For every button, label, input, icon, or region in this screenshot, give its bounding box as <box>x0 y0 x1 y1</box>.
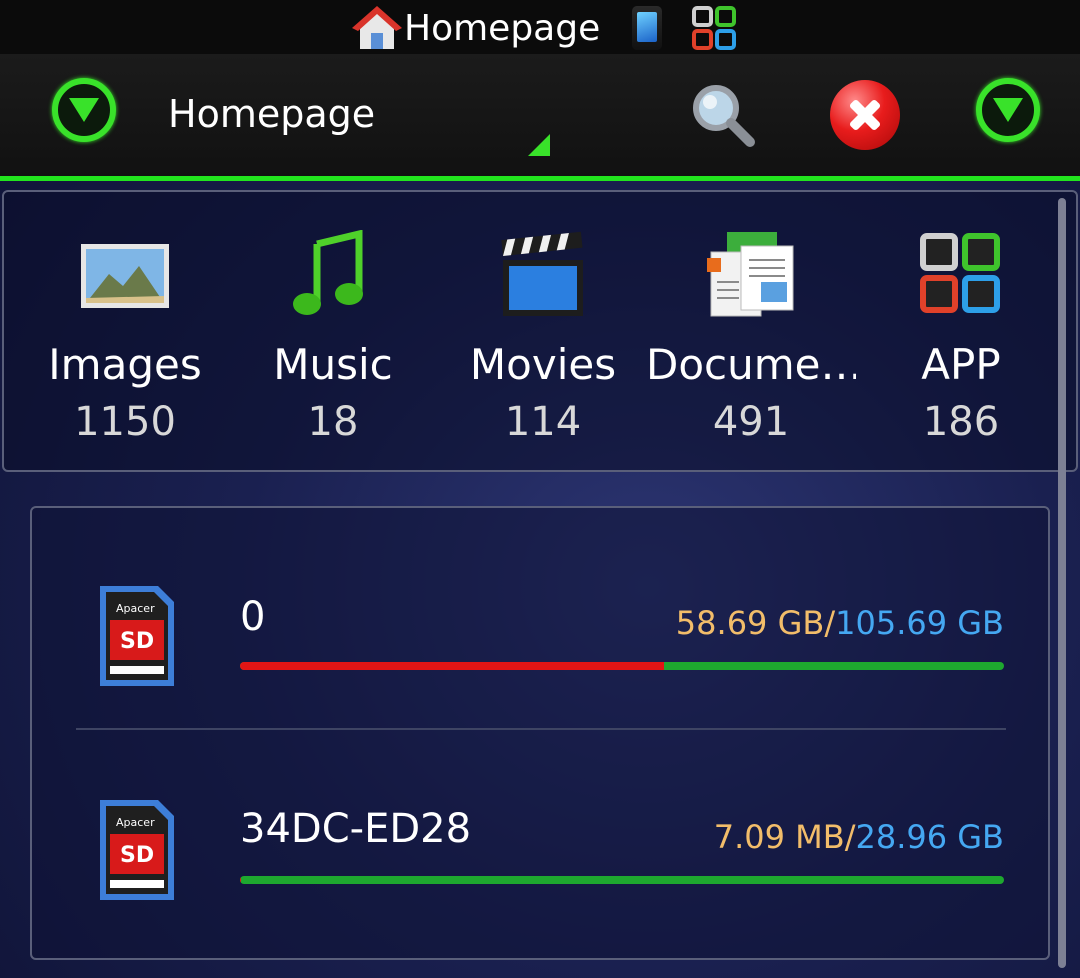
category-label: Docume… <box>646 340 856 389</box>
storage-name: 0 <box>240 594 266 640</box>
svg-text:SD: SD <box>120 843 154 868</box>
category-count: 1150 <box>74 399 176 445</box>
title-strip-content: Homepage <box>352 4 737 52</box>
search-button[interactable] <box>688 80 760 152</box>
storage-panel: Apacer SD 0 58.69 GB/105.69 GB Apacer SD… <box>30 506 1050 960</box>
storage-total: 28.96 GB <box>855 818 1004 856</box>
phone-icon <box>632 6 663 50</box>
storage-separator: / <box>824 604 836 642</box>
scrollbar[interactable] <box>1058 198 1066 968</box>
sd-card-icon: Apacer SD <box>100 586 174 686</box>
storage-usage-bar <box>240 662 1004 670</box>
app-grid-icon <box>692 6 737 50</box>
storage-size: 7.09 MB/28.96 GB <box>714 818 1004 856</box>
title-strip: Homepage <box>0 0 1080 54</box>
category-count: 491 <box>712 399 790 445</box>
category-label: Images <box>48 340 202 389</box>
category-count: 18 <box>307 399 359 445</box>
storage-used: 7.09 MB <box>713 818 845 856</box>
storage-usage-bar-fill <box>240 662 665 670</box>
storage-total: 105.69 GB <box>835 604 1004 642</box>
sd-card-brand: Apacer <box>116 816 155 829</box>
category-panel: Images 1150 Music 18 Movies 114 Docume… … <box>2 190 1078 472</box>
storage-usage-bar <box>240 876 1004 884</box>
storage-row-internal[interactable]: Apacer SD 0 58.69 GB/105.69 GB <box>32 520 1048 730</box>
options-dropdown-button[interactable] <box>976 78 1048 150</box>
category-count: 186 <box>922 399 1000 445</box>
music-note-icon <box>293 229 363 315</box>
category-label: Movies <box>469 340 617 389</box>
menu-dropdown-button[interactable] <box>52 78 124 150</box>
close-icon <box>830 80 900 150</box>
app-grid-icon <box>920 233 1000 313</box>
storage-name: 34DC-ED28 <box>240 806 472 852</box>
svg-text:SD: SD <box>120 629 154 654</box>
category-label: Music <box>273 340 393 389</box>
category-images[interactable]: Images 1150 <box>20 222 230 452</box>
sd-card-brand: Apacer <box>116 602 155 615</box>
house-icon <box>352 6 402 49</box>
category-documents[interactable]: Docume… 491 <box>646 222 856 452</box>
documents-icon <box>707 232 794 317</box>
sd-card-icon: Apacer SD <box>100 800 174 900</box>
storage-size: 58.69 GB/105.69 GB <box>676 604 1004 642</box>
clapperboard-icon <box>501 231 583 316</box>
category-count: 114 <box>504 399 582 445</box>
close-button[interactable] <box>830 80 902 152</box>
green-down-circle-icon <box>52 78 116 142</box>
toolbar: Homepage <box>0 54 1080 178</box>
storage-used: 58.69 GB <box>675 604 825 642</box>
green-down-circle-icon <box>976 78 1040 142</box>
toolbar-accent-line <box>0 176 1080 181</box>
category-music[interactable]: Music 18 <box>228 222 438 452</box>
strip-title: Homepage <box>404 7 601 49</box>
category-app[interactable]: APP 186 <box>856 222 1066 452</box>
storage-separator: / <box>844 818 856 856</box>
search-icon <box>693 85 755 147</box>
images-icon <box>81 244 169 308</box>
storage-divider <box>76 728 1006 730</box>
category-movies[interactable]: Movies 114 <box>438 222 648 452</box>
toolbar-title[interactable]: Homepage <box>168 92 375 136</box>
dropdown-indicator-icon[interactable] <box>528 134 550 156</box>
category-label: APP <box>921 340 1001 389</box>
storage-row-sdcard[interactable]: Apacer SD 34DC-ED28 7.09 MB/28.96 GB <box>32 734 1048 944</box>
